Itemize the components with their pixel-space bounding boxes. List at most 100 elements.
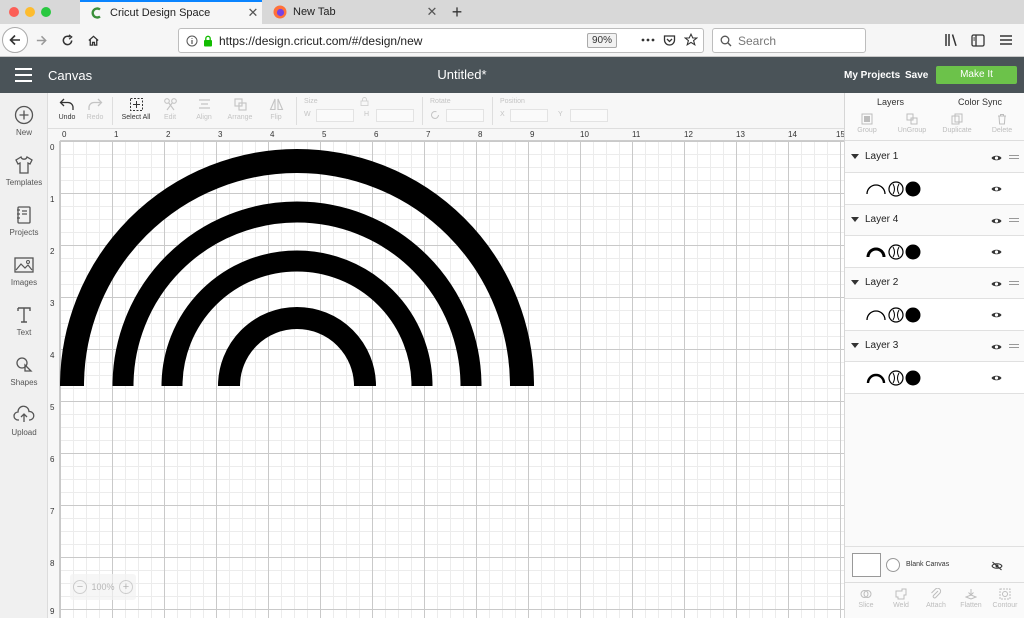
layer-name[interactable]: Layer 1 — [865, 151, 898, 162]
upload-button[interactable]: Upload — [0, 405, 48, 449]
url-bar[interactable]: https://design.cricut.com/#/design/new 9… — [178, 28, 704, 53]
layer-item[interactable] — [845, 236, 1024, 268]
search-bar[interactable] — [712, 28, 866, 53]
bookmark-star-icon[interactable] — [684, 33, 698, 47]
text-button[interactable]: Text — [0, 305, 48, 349]
projects-button[interactable]: Projects — [0, 205, 48, 249]
delete-button[interactable]: Delete — [982, 113, 1022, 134]
layer-item[interactable] — [845, 362, 1024, 394]
drag-handle-icon[interactable] — [1009, 155, 1019, 161]
library-button[interactable] — [942, 28, 962, 52]
eye-icon[interactable] — [991, 374, 1002, 382]
eye-icon[interactable] — [991, 343, 1002, 351]
tab-layers[interactable]: Layers — [877, 97, 904, 107]
shapes-button[interactable]: Shapes — [0, 355, 48, 399]
eye-icon[interactable] — [991, 185, 1002, 193]
eye-icon[interactable] — [991, 248, 1002, 256]
eye-icon[interactable] — [991, 280, 1002, 288]
new-button[interactable]: New — [0, 105, 48, 149]
lock-icon[interactable] — [203, 35, 213, 47]
zoom-out-button[interactable]: − — [73, 580, 87, 594]
my-projects-link[interactable]: My Projects — [844, 70, 900, 81]
drag-handle-icon[interactable] — [1009, 218, 1019, 224]
new-tab-button[interactable]: + — [446, 1, 468, 23]
page-actions-icon[interactable] — [641, 38, 655, 42]
drag-handle-icon[interactable] — [1009, 344, 1019, 350]
tab-new-tab[interactable]: New Tab ✕ — [263, 0, 441, 24]
width-field[interactable] — [316, 109, 354, 122]
document-title[interactable]: Untitled* — [0, 67, 924, 82]
blank-canvas-row: Blank Canvas — [845, 546, 1024, 582]
slice-label: Slice — [858, 602, 874, 609]
duplicate-button[interactable]: Duplicate — [937, 113, 977, 134]
window-close-button[interactable] — [9, 7, 19, 17]
layer-item[interactable] — [845, 173, 1024, 205]
window-minimize-button[interactable] — [25, 7, 35, 17]
zoom-in-button[interactable]: + — [119, 580, 133, 594]
rainbow-arc-outer[interactable] — [60, 149, 534, 387]
plus-circle-icon — [14, 105, 34, 125]
tab-cricut-design-space[interactable]: Cricut Design Space ✕ — [80, 0, 262, 24]
rotate-field[interactable] — [446, 109, 484, 122]
layer-group-header[interactable]: Layer 4 — [845, 205, 1024, 236]
back-button[interactable] — [2, 27, 28, 53]
lock-ratio-icon[interactable] — [360, 97, 369, 106]
x-field[interactable] — [510, 109, 548, 122]
forward-button[interactable] — [32, 28, 50, 52]
slice-button[interactable]: Slice — [849, 588, 883, 609]
tab-color-sync[interactable]: Color Sync — [958, 97, 1002, 107]
cloud-upload-icon — [13, 405, 35, 422]
reload-button[interactable] — [58, 28, 76, 52]
edit-dropdown[interactable]: Edit — [156, 97, 184, 121]
layer-name[interactable]: Layer 4 — [865, 214, 898, 225]
attach-button[interactable]: Attach — [919, 588, 953, 609]
layer-name[interactable]: Layer 2 — [865, 277, 898, 288]
layer-group-header[interactable]: Layer 1 — [845, 142, 1024, 173]
collapse-triangle-icon[interactable] — [851, 280, 859, 285]
group-button[interactable]: Group — [847, 113, 887, 134]
drag-handle-icon[interactable] — [1009, 281, 1019, 287]
eye-icon[interactable] — [991, 217, 1002, 225]
contour-button[interactable]: Contour — [988, 588, 1022, 609]
collapse-triangle-icon[interactable] — [851, 343, 859, 348]
tab-close-icon[interactable]: ✕ — [423, 4, 441, 20]
eye-hidden-icon[interactable] — [991, 561, 1003, 571]
layer-group-header[interactable]: Layer 2 — [845, 268, 1024, 299]
flatten-button[interactable]: Flatten — [954, 588, 988, 609]
make-it-button[interactable]: Make It — [936, 66, 1017, 84]
height-field[interactable] — [376, 109, 414, 122]
redo-button[interactable]: Redo — [84, 97, 106, 121]
sidebar-toggle-button[interactable] — [968, 28, 988, 52]
collapse-triangle-icon[interactable] — [851, 217, 859, 222]
ungroup-button[interactable]: UnGroup — [892, 113, 932, 134]
menu-button[interactable] — [996, 28, 1016, 52]
rainbow-design[interactable] — [60, 141, 844, 618]
tab-close-icon[interactable]: ✕ — [244, 5, 262, 21]
trash-icon — [998, 114, 1006, 125]
home-button[interactable] — [84, 28, 102, 52]
info-icon[interactable] — [186, 35, 198, 47]
layer-item[interactable] — [845, 299, 1024, 331]
weld-button[interactable]: Weld — [884, 588, 918, 609]
canvas-color-picker[interactable] — [886, 558, 900, 572]
rainbow-arc-inner[interactable] — [218, 307, 376, 387]
layer-group-header[interactable]: Layer 3 — [845, 331, 1024, 362]
flip-dropdown[interactable]: Flip — [262, 97, 290, 121]
y-field[interactable] — [570, 109, 608, 122]
images-button[interactable]: Images — [0, 255, 48, 299]
align-dropdown[interactable]: Align — [190, 97, 218, 121]
save-button[interactable]: Save — [905, 70, 928, 81]
eye-icon[interactable] — [991, 154, 1002, 162]
collapse-triangle-icon[interactable] — [851, 154, 859, 159]
undo-button[interactable]: Undo — [56, 97, 78, 121]
layer-name[interactable]: Layer 3 — [865, 340, 898, 351]
templates-button[interactable]: Templates — [0, 155, 48, 199]
search-input[interactable] — [738, 33, 858, 48]
window-zoom-button[interactable] — [41, 7, 51, 17]
arrange-dropdown[interactable]: Arrange — [224, 97, 256, 121]
pocket-icon[interactable] — [663, 34, 676, 47]
select-all-button[interactable]: Select All — [118, 97, 154, 121]
zoom-level-badge[interactable]: 90% — [587, 33, 617, 48]
canvas-color-swatch[interactable] — [852, 553, 881, 577]
eye-icon[interactable] — [991, 311, 1002, 319]
